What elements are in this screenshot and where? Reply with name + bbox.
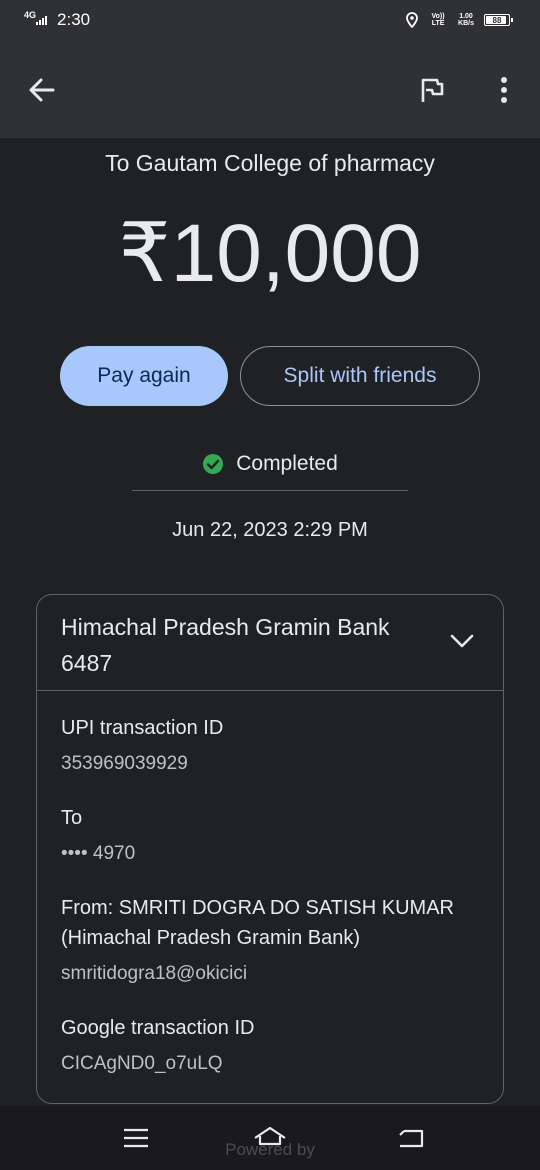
- to-value: •••• 4970: [61, 843, 136, 864]
- payment-details-screen: 4G 2:30 Vo)) LTE 1.00 KB/s 88 To Gautam …: [0, 0, 540, 1170]
- signal-icon: [36, 15, 48, 25]
- volte-indicator: Vo)) LTE: [431, 13, 445, 27]
- back-nav-icon[interactable]: [396, 1126, 426, 1150]
- battery-level: 88: [492, 15, 502, 25]
- chevron-down-icon[interactable]: [449, 631, 475, 651]
- google-transaction-id-label: Google transaction ID: [61, 1017, 255, 1039]
- flag-icon[interactable]: [418, 76, 446, 104]
- menu-icon[interactable]: [122, 1127, 150, 1149]
- bank-account-header[interactable]: Himachal Pradesh Gramin Bank 6487: [37, 595, 503, 691]
- bank-account-name: Himachal Pradesh Gramin Bank 6487: [61, 614, 390, 676]
- network-type: 4G: [24, 9, 37, 20]
- battery-icon: 88: [484, 14, 513, 26]
- to-label: To: [61, 807, 83, 829]
- to-account: To •••• 4970: [61, 803, 491, 869]
- status-right: Vo)) LTE 1.00 KB/s 88: [406, 12, 513, 28]
- net-speed-value: 1.00: [459, 13, 473, 20]
- app-bar: [0, 44, 540, 138]
- payment-status: Completed: [0, 450, 540, 478]
- location-icon: [406, 12, 418, 28]
- from-value: smritidogra18@okicici: [61, 963, 248, 984]
- arrow-left-icon[interactable]: [26, 74, 58, 106]
- more-vertical-icon[interactable]: [490, 74, 518, 106]
- home-icon[interactable]: [252, 1124, 288, 1152]
- divider: [132, 490, 408, 491]
- upi-transaction-id: UPI transaction ID 353969039929: [61, 713, 491, 779]
- check-circle-icon: [203, 454, 224, 474]
- transaction-datetime: Jun 22, 2023 2:29 PM: [172, 519, 368, 541]
- split-with-friends-button[interactable]: Split with friends: [240, 346, 480, 406]
- google-transaction-id: Google transaction ID CICAgND0_o7uLQ: [61, 1013, 491, 1079]
- status-bar: 4G 2:30 Vo)) LTE 1.00 KB/s 88: [0, 0, 540, 44]
- pay-again-button[interactable]: Pay again: [60, 346, 228, 406]
- google-transaction-id-value: CICAgND0_o7uLQ: [61, 1053, 223, 1074]
- recipient-name: To Gautam College of pharmacy: [105, 150, 435, 176]
- transaction-details-card: Himachal Pradesh Gramin Bank 6487 UPI tr…: [36, 594, 504, 1104]
- status-time: 2:30: [57, 10, 91, 29]
- status-label: Completed: [236, 452, 338, 475]
- upi-transaction-id-label: UPI transaction ID: [61, 717, 224, 739]
- status-left: 4G 2:30: [24, 10, 90, 30]
- payment-amount: ₹10,000: [118, 208, 422, 299]
- from-label: From: SMRITI DOGRA DO SATISH KUMAR (Hima…: [61, 897, 454, 949]
- net-speed-unit: KB/s: [458, 20, 474, 27]
- net-speed: 1.00 KB/s: [458, 13, 474, 27]
- from-account: From: SMRITI DOGRA DO SATISH KUMAR (Hima…: [61, 893, 491, 989]
- upi-transaction-id-value: 353969039929: [61, 753, 188, 774]
